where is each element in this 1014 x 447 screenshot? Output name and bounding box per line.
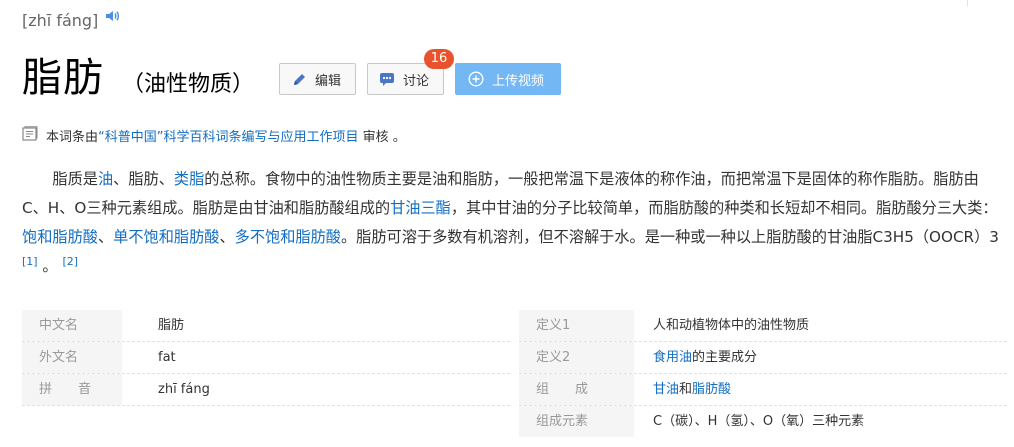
infobox-value-text: zhī fáng: [158, 382, 210, 397]
notice-project-link[interactable]: “科普中国”科学百科词条编写与应用工作项目: [98, 126, 358, 145]
edit-button[interactable]: 编辑: [279, 63, 356, 95]
infobox-row-value: C（碳）、H（氢）、O（氧）三种元素: [653, 406, 864, 438]
pinyin-row: [zhī fáng]: [22, 10, 120, 32]
infobox-row: 组 成甘油和脂肪酸: [519, 374, 1007, 406]
infobox-left-column: 中文名 脂肪外文名 fat 拼 音 zhī fáng: [22, 310, 510, 406]
document-icon: [22, 126, 38, 145]
page-title: 脂肪: [22, 55, 104, 101]
summary-text: ，其中甘油的分子比较简单，而脂肪酸的种类和长短却不相同。脂肪酸分三大类：: [450, 199, 998, 217]
review-notice: 本词条由 “科普中国”科学百科词条编写与应用工作项目 审核 。: [22, 126, 406, 145]
infobox-row: 外文名 fat: [22, 342, 510, 374]
infobox-row-value: 人和动植物体中的油性物质: [653, 310, 809, 342]
summary-section: 脂质是油、脂肪、类脂的总称。食物中的油性物质主要是油和脂肪，一般把常温下是液体的…: [22, 165, 1002, 281]
summary-text: 、: [97, 228, 114, 246]
infobox-row-name: 定义1: [519, 310, 634, 341]
infobox-right-column: 定义1 人和动植物体中的油性物质 定义2 食用油的主要成分组 成甘油和脂肪酸 组成元素 C…: [519, 310, 1007, 438]
infobox-row-name: 组 成: [519, 374, 634, 405]
speaker-icon[interactable]: [104, 8, 120, 24]
edit-button-label: 编辑: [315, 73, 342, 89]
summary-text: 。脂肪可溶于多数有机溶剂，但不溶解于水。是一种或一种以上脂肪酸的甘油脂C3H5（…: [340, 228, 1004, 246]
summary-text: 、脂肪、: [113, 170, 174, 188]
upload-video-button[interactable]: 上传视频: [455, 63, 561, 95]
summary-link[interactable]: 甘油三酯: [390, 199, 451, 217]
infobox-row-value: 食用油的主要成分: [653, 342, 757, 374]
infobox-row-name: 组成元素: [519, 406, 634, 437]
infobox-row: 定义1 人和动植物体中的油性物质: [519, 310, 1007, 342]
upload-video-button-label: 上传视频: [492, 73, 545, 89]
page-edge-divider: [967, 0, 968, 6]
plus-circle-icon: [468, 71, 484, 87]
infobox-value-link[interactable]: 甘油: [653, 382, 679, 397]
infobox-value-link[interactable]: 食用油: [653, 350, 692, 365]
comment-icon: [379, 72, 395, 87]
infobox-row-name: 外文名: [22, 342, 122, 373]
infobox-row-name: 定义2: [519, 342, 634, 373]
summary-link[interactable]: 油: [98, 170, 113, 188]
infobox-value-text: 人和动植物体中的油性物质: [653, 318, 810, 333]
infobox-row: 拼 音 zhī fáng: [22, 374, 510, 406]
infobox-value-text: fat: [158, 350, 176, 365]
infobox-row-name: 拼 音: [22, 374, 122, 405]
discuss-count-badge: 16: [424, 49, 454, 69]
infobox-value-text: 和: [679, 382, 693, 397]
summary-text: 。: [37, 257, 63, 275]
discuss-button-label: 讨论: [403, 73, 430, 89]
summary-link[interactable]: 饱和脂肪酸: [22, 228, 98, 246]
summary-link[interactable]: 单不饱和脂肪酸: [113, 228, 219, 246]
pencil-icon: [292, 72, 307, 87]
infobox-row: 定义2 食用油的主要成分: [519, 342, 1007, 374]
infobox-row-name: 中文名: [22, 310, 122, 341]
summary-paragraph: 脂质是油、脂肪、类脂的总称。食物中的油性物质主要是油和脂肪，一般把常温下是液体的…: [22, 165, 1002, 281]
citation-link[interactable]: [1]: [22, 255, 38, 268]
pinyin-text: [zhī fáng]: [22, 11, 99, 30]
infobox-row-value: 脂肪: [158, 310, 184, 342]
infobox-value-text: 脂肪: [158, 318, 185, 333]
citation-link[interactable]: [2]: [62, 255, 78, 268]
infobox-value-text: 的主要成分: [692, 350, 758, 365]
page-subtitle: （油性物质）: [122, 72, 255, 97]
summary-text: 脂质是: [52, 170, 98, 188]
infobox-row-value: 甘油和脂肪酸: [653, 374, 731, 406]
infobox-row: 组成元素 C（碳）、H（氢）、O（氧）三种元素: [519, 406, 1007, 438]
summary-text: 、: [219, 228, 235, 246]
notice-prefix: 本词条由: [46, 130, 99, 145]
infobox-row-value: zhī fáng: [158, 374, 210, 406]
summary-link[interactable]: 类脂: [174, 170, 204, 188]
title-row: 脂肪 （油性物质）: [22, 52, 254, 104]
infobox-row-value: fat: [158, 342, 176, 374]
infobox-value-link[interactable]: 脂肪酸: [692, 382, 731, 397]
notice-suffix: 审核 。: [358, 130, 406, 145]
infobox-value-text: C（碳）、H（氢）、O（氧）三种元素: [653, 414, 865, 429]
summary-link[interactable]: 多不饱和脂肪酸: [235, 228, 341, 246]
infobox-row: 中文名 脂肪: [22, 310, 510, 342]
